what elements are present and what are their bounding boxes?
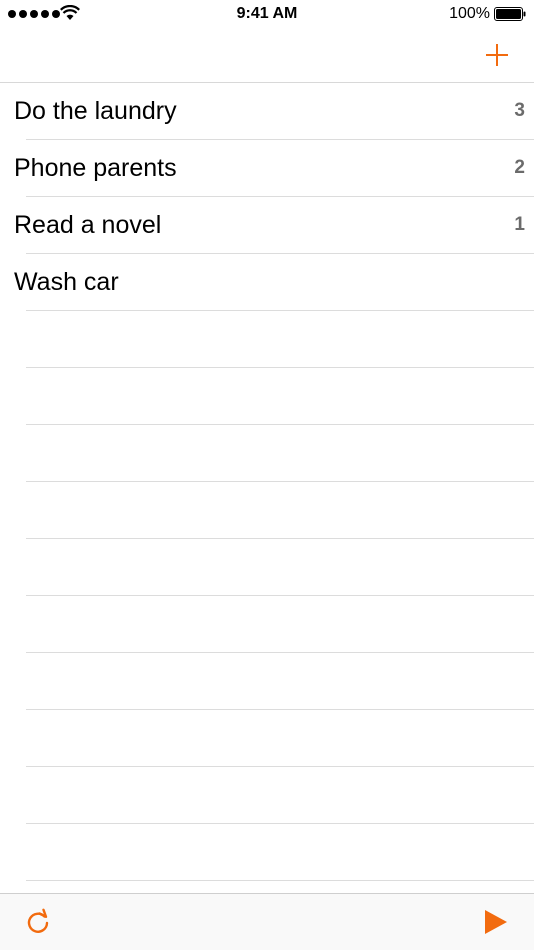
task-row[interactable]: Wash car xyxy=(0,254,534,311)
task-title: Read a novel xyxy=(14,211,162,239)
task-title: Wash car xyxy=(14,268,119,296)
task-count: 1 xyxy=(514,214,525,235)
refresh-icon xyxy=(27,908,49,933)
task-title: Phone parents xyxy=(14,154,177,182)
play-icon xyxy=(485,910,507,934)
empty-row xyxy=(0,881,534,893)
empty-row xyxy=(0,311,534,368)
empty-row xyxy=(0,824,534,881)
task-count: 2 xyxy=(514,157,525,178)
task-row[interactable]: Read a novel 1 xyxy=(0,197,534,254)
empty-row xyxy=(0,368,534,425)
status-bar: 9:41 AM 100% xyxy=(0,0,534,28)
empty-row xyxy=(0,425,534,482)
task-count: 3 xyxy=(514,100,525,121)
task-row[interactable]: Do the laundry 3 xyxy=(0,83,534,140)
empty-row xyxy=(0,653,534,710)
refresh-button[interactable] xyxy=(22,906,54,938)
task-title: Do the laundry xyxy=(14,97,177,125)
task-list: Do the laundry 3 Phone parents 2 Read a … xyxy=(0,83,534,893)
empty-row xyxy=(0,539,534,596)
empty-row xyxy=(0,767,534,824)
navigation-bar xyxy=(0,28,534,83)
empty-row xyxy=(0,482,534,539)
plus-icon xyxy=(486,44,508,66)
battery-icon xyxy=(494,7,526,21)
battery-percent: 100% xyxy=(449,5,490,22)
task-row[interactable]: Phone parents 2 xyxy=(0,140,534,197)
add-task-button[interactable] xyxy=(480,38,514,72)
empty-row xyxy=(0,710,534,767)
bottom-toolbar xyxy=(0,893,534,950)
empty-row xyxy=(0,596,534,653)
play-button[interactable] xyxy=(480,906,512,938)
